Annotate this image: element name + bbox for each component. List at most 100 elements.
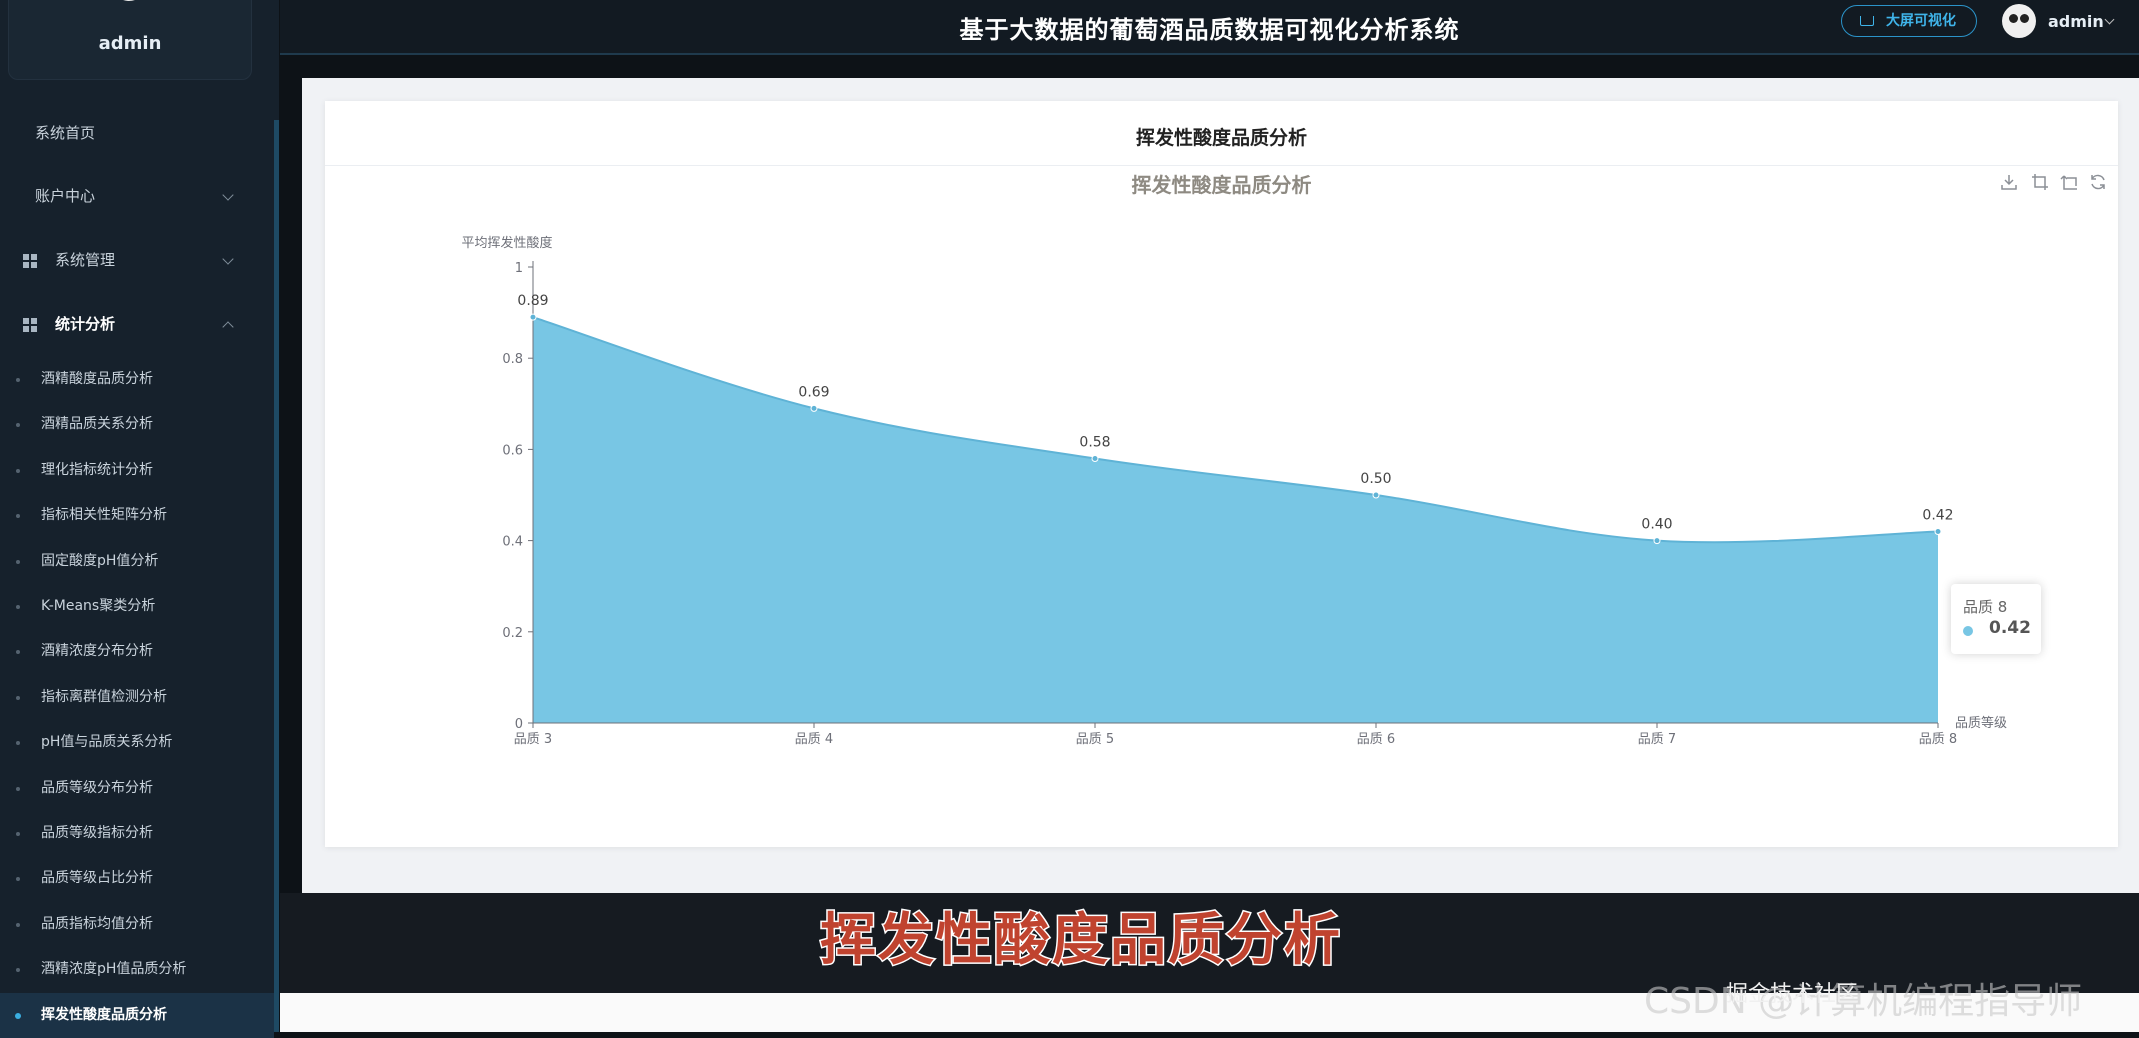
sidebar-subitem[interactable]: 指标离群值检测分析 bbox=[0, 675, 274, 720]
data-label: 0.50 bbox=[1360, 471, 1391, 487]
big-screen-button[interactable]: 大屏可视化 bbox=[1841, 5, 1977, 37]
sidebar-subitem-label: 酒精浓度pH值品质分析 bbox=[41, 961, 187, 978]
data-label: 0.42 bbox=[1922, 507, 1953, 523]
sidebar-subitem-label: 指标相关性矩阵分析 bbox=[41, 507, 167, 524]
sidebar-subitem-label: K-Means聚类分析 bbox=[41, 598, 156, 614]
y-axis-title: 平均挥发性酸度 bbox=[461, 235, 552, 251]
data-label: 0.58 bbox=[1079, 435, 1110, 451]
chevron-down-icon bbox=[222, 253, 234, 265]
area-fill bbox=[533, 317, 1938, 723]
sidebar-subitem[interactable]: K-Means聚类分析 bbox=[0, 584, 274, 629]
sidebar-subitem[interactable]: 品质指标均值分析 bbox=[0, 902, 274, 947]
data-point bbox=[1091, 455, 1099, 463]
data-label: 0.69 bbox=[798, 384, 829, 400]
sidebar-subitem[interactable]: 品质等级分布分析 bbox=[0, 766, 274, 811]
bullet-icon bbox=[16, 514, 20, 519]
sidebar-subitem-label: 品质等级分布分析 bbox=[41, 779, 153, 796]
watermark: 掘金技术社区 bbox=[1726, 982, 1859, 1007]
data-label: 0.89 bbox=[517, 293, 548, 309]
chevron-up-icon bbox=[222, 321, 234, 333]
data-point bbox=[810, 404, 818, 412]
chevron-down-icon bbox=[222, 189, 234, 201]
avatar bbox=[111, 0, 147, 1]
x-tick-label: 品质 7 bbox=[1638, 732, 1676, 747]
bullet-icon bbox=[16, 968, 20, 973]
area-chart: 平均挥发性酸度品质等级 0 0.2 0.4 0.6 0.8 1 品质 3 品质 4 品质 5 品质 … bbox=[461, 235, 2007, 747]
sidebar-subitem[interactable]: 指标相关性矩阵分析 bbox=[0, 493, 274, 538]
sidebar-subitem-label: 指标离群值检测分析 bbox=[41, 688, 167, 705]
sidebar-subitem[interactable]: 挥发性酸度品质分析 bbox=[0, 992, 274, 1038]
big-screen-label: 大屏可视化 bbox=[1886, 13, 1956, 29]
menu-account[interactable]: 账户中心 bbox=[0, 166, 274, 226]
bullet-icon bbox=[16, 378, 20, 382]
y-tick-label: 0.2 bbox=[502, 626, 523, 641]
y-tick-label: 0.6 bbox=[502, 443, 523, 458]
bullet-icon bbox=[16, 832, 20, 836]
bullet-icon bbox=[16, 922, 20, 927]
x-tick-label: 品质 3 bbox=[514, 732, 552, 747]
bullet-icon bbox=[16, 650, 20, 655]
sidebar-subitem[interactable]: 固定酸度pH值分析 bbox=[0, 539, 274, 584]
menu-home-label: 系统首页 bbox=[35, 124, 96, 142]
watermark: CSDN @计算机编程指导师 bbox=[1644, 981, 2083, 1022]
sidebar-subitem-label: 品质等级指标分析 bbox=[41, 825, 153, 841]
grid-icon bbox=[23, 318, 37, 332]
sidebar-user-name: admin bbox=[98, 33, 162, 54]
sidebar-subitem[interactable]: 酒精浓度分布分析 bbox=[0, 629, 274, 674]
sidebar-subitem-label: pH值与品质关系分析 bbox=[41, 734, 173, 751]
bullet-icon bbox=[16, 786, 20, 791]
user-name[interactable]: admin bbox=[2048, 12, 2104, 31]
menu-statistics-label: 统计分析 bbox=[55, 315, 116, 333]
avatar[interactable] bbox=[2002, 4, 2036, 38]
sidebar-subitem[interactable]: 品质等级指标分析 bbox=[0, 811, 274, 856]
tooltip-swatch bbox=[1963, 626, 1973, 636]
sidebar-subitem[interactable]: 酒精浓度pH值品质分析 bbox=[0, 947, 274, 992]
y-tick-label: 0.4 bbox=[502, 535, 523, 550]
bullet-icon bbox=[16, 877, 20, 882]
x-tick-label: 品质 5 bbox=[1076, 732, 1114, 747]
y-tick-label: 0.8 bbox=[502, 352, 523, 367]
menu-statistics[interactable]: 统计分析 bbox=[0, 294, 274, 354]
video-caption: 挥发性酸度品质分析 bbox=[819, 907, 1342, 975]
sidebar-subitem[interactable]: 理化指标统计分析 bbox=[0, 448, 274, 493]
cart-icon bbox=[1860, 16, 1874, 26]
y-tick-label: 0 bbox=[515, 717, 523, 732]
data-point bbox=[1372, 491, 1380, 499]
menu-system-label: 系统管理 bbox=[55, 251, 116, 269]
sidebar-user-card: admin bbox=[8, 0, 252, 80]
sidebar-subitem[interactable]: 酒精品质关系分析 bbox=[0, 402, 274, 447]
bullet-icon bbox=[16, 605, 20, 609]
data-point bbox=[1653, 537, 1661, 545]
grid-icon bbox=[23, 254, 37, 268]
x-tick-label: 品质 6 bbox=[1357, 732, 1395, 747]
x-tick-label: 品质 8 bbox=[1919, 732, 1957, 747]
menu-system[interactable]: 系统管理 bbox=[0, 230, 274, 290]
sidebar-subitem-label: 酒精品质关系分析 bbox=[41, 416, 153, 433]
data-point bbox=[1934, 527, 1942, 535]
sidebar: admin 系统首页 账户中心 系统管理 统计分析 酒精酸度品质分析 酒精品质关系… bbox=[0, 0, 279, 1038]
menu-home[interactable]: 系统首页 bbox=[0, 103, 274, 163]
data-point bbox=[529, 313, 537, 321]
sidebar-scrollbar[interactable] bbox=[274, 120, 279, 1032]
menu-account-label: 账户中心 bbox=[35, 187, 96, 205]
y-tick-label: 1 bbox=[515, 261, 523, 276]
bullet-icon bbox=[16, 695, 20, 700]
chart-card: 挥发性酸度品质分析 挥发性酸度品质分析 平均挥发性酸度 品质等级 0 0.2 0.4 0.… bbox=[325, 101, 2118, 847]
tooltip-label: 品质 8 bbox=[1963, 598, 2008, 616]
sidebar-subitem[interactable]: 酒精酸度品质分析 bbox=[0, 357, 274, 402]
bullet-icon bbox=[16, 468, 20, 473]
x-axis-title: 品质等级 bbox=[1955, 715, 2007, 731]
sidebar-subitem[interactable]: pH值与品质关系分析 bbox=[0, 720, 274, 765]
sidebar-subitem-label: 固定酸度pH值分析 bbox=[41, 552, 159, 569]
sidebar-subitem[interactable]: 品质等级占比分析 bbox=[0, 856, 274, 901]
sidebar-subitem-label: 理化指标统计分析 bbox=[41, 461, 153, 478]
tooltip-value: 0.42 bbox=[1989, 618, 2031, 638]
chart-tooltip: 品质 8 0.42 bbox=[1951, 584, 2041, 654]
bullet-icon bbox=[16, 559, 20, 564]
sidebar-subitem-label: 品质等级占比分析 bbox=[41, 870, 153, 887]
sidebar-subitem-label: 挥发性酸度品质分析 bbox=[41, 1006, 167, 1023]
data-label: 0.40 bbox=[1641, 517, 1672, 533]
bullet-icon bbox=[16, 741, 20, 746]
x-tick-label: 品质 4 bbox=[795, 732, 833, 747]
sidebar-subitem-label: 酒精酸度品质分析 bbox=[41, 371, 153, 387]
